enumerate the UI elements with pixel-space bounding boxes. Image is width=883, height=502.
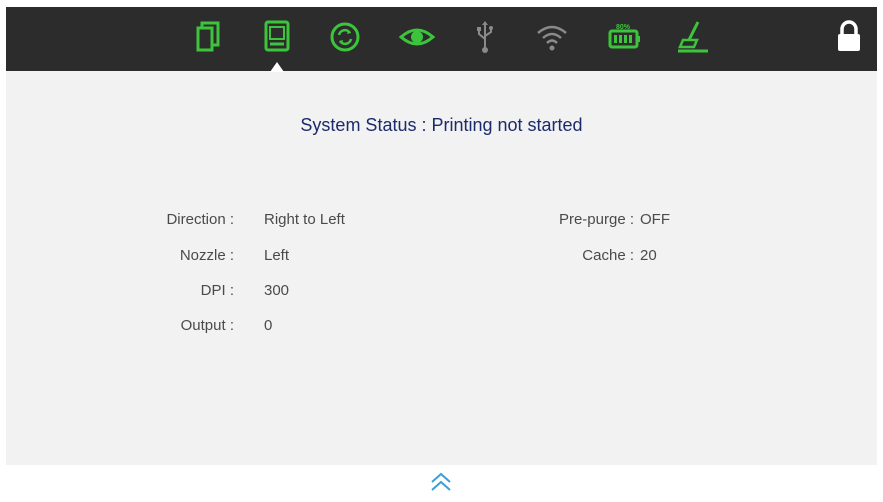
sync-icon[interactable]	[328, 19, 362, 55]
main-panel: 80% System Status : Printing not started…	[6, 7, 877, 465]
eye-icon[interactable]	[398, 19, 436, 55]
lock-icon[interactable]	[836, 19, 862, 53]
system-status: System Status : Printing not started	[300, 115, 583, 135]
output-value: 0	[264, 317, 273, 334]
cleaning-icon[interactable]	[674, 19, 712, 55]
cache-value: 20	[640, 247, 657, 264]
dpi-label: DPI :	[200, 282, 234, 299]
nozzle-label: Nozzle :	[179, 247, 234, 264]
cache-label: Cache :	[582, 247, 634, 264]
chevron-up-icon[interactable]	[429, 470, 453, 494]
selected-tab-indicator	[270, 62, 284, 72]
prepurge-value: OFF	[640, 211, 670, 228]
nozzle-value: Left	[264, 247, 290, 264]
output-label: Output :	[180, 317, 234, 334]
battery-icon[interactable]: 80%	[606, 19, 642, 55]
prepurge-label: Pre-purge :	[558, 211, 634, 228]
svg-text:80%: 80%	[616, 24, 631, 31]
top-toolbar: 80%	[6, 7, 877, 72]
documents-icon[interactable]	[192, 19, 226, 55]
usb-icon	[472, 19, 498, 55]
dpi-value: 300	[264, 282, 290, 299]
wifi-icon	[534, 19, 570, 55]
direction-value: Right to Left	[264, 211, 345, 228]
direction-label: Direction :	[166, 211, 234, 228]
printer-device-icon[interactable]	[260, 19, 294, 55]
